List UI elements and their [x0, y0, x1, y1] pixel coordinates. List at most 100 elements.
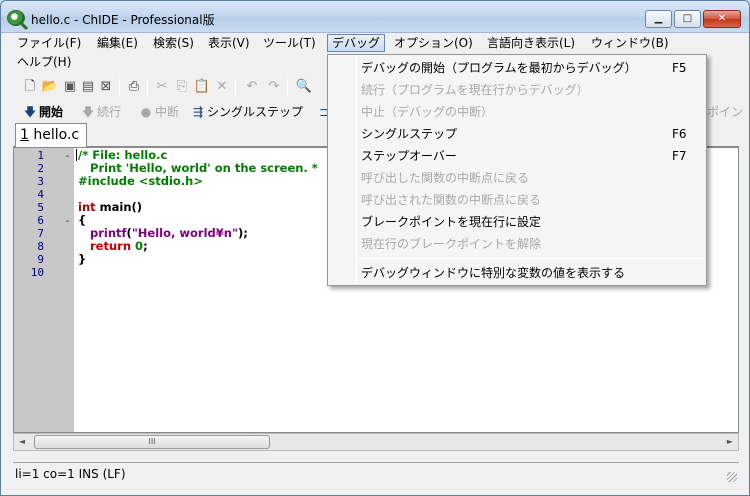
debug-continue-button[interactable]: 🡇 続行	[81, 103, 121, 121]
menu-item-shortcut: F7	[672, 149, 687, 163]
horizontal-scrollbar[interactable]: ◄ III ►	[13, 433, 739, 451]
toolbar-separator	[147, 79, 148, 95]
menu-debug[interactable]: デバッグ	[327, 34, 386, 52]
code-line-3: #include <stdio.h>	[78, 174, 203, 188]
menu-item-label: 呼び出された関数の中断点に戻る	[361, 193, 542, 207]
menu-item-label: ブレークポイントを現在行に設定	[361, 215, 542, 229]
delete-icon[interactable]: ✕	[213, 78, 231, 96]
start-arrow-icon: 🡇	[23, 105, 37, 119]
number-literal: 0	[135, 239, 144, 253]
status-bar: li=1 co=1 INS (LF)	[13, 462, 739, 484]
close-file-icon[interactable]: ⊠	[97, 78, 115, 96]
menu-item-shortcut: F6	[672, 127, 687, 141]
menu-view[interactable]: 表示(V)	[204, 34, 254, 52]
single-step-icon: ⇶	[192, 105, 204, 119]
close-button[interactable]: ✕	[703, 10, 741, 28]
menu-window[interactable]: ウィンドウ(B)	[587, 34, 673, 52]
menu-language-display[interactable]: 言語向き表示(L)	[483, 34, 579, 52]
menu-debug-single-step[interactable]: シングルステップ F6	[328, 123, 706, 145]
resize-grip-icon[interactable]	[727, 472, 737, 482]
minimize-button[interactable]: ▁	[645, 10, 672, 28]
save-icon[interactable]: ▣	[61, 78, 79, 96]
code-paren-close: );	[237, 226, 248, 240]
redo-icon[interactable]: ↷	[265, 78, 283, 96]
window-title: hello.c - ChIDE - Professional版	[31, 13, 215, 27]
standard-toolbar: 🗋 📂 ▣ ▤ ⊠ ⎙ ✂ ⎘ 📋 ✕ ↶ ↷ 🔍	[13, 75, 333, 99]
menu-debug-show-variables[interactable]: デバッグウィンドウに特別な変数の値を表示する	[328, 262, 706, 284]
undo-icon[interactable]: ↶	[243, 78, 261, 96]
menu-item-shortcut: F5	[672, 61, 687, 75]
copy-icon[interactable]: ⎘	[173, 78, 191, 96]
maximize-button[interactable]: □	[674, 10, 701, 28]
open-folder-icon[interactable]: 📂	[41, 78, 59, 96]
menu-separator	[358, 258, 704, 259]
menu-item-label: シングルステップ	[361, 127, 458, 141]
menu-debug-set-breakpoint[interactable]: ブレークポイントを現在行に設定	[328, 211, 706, 233]
code-line-5: int main()	[78, 201, 142, 214]
debug-start-button[interactable]: 🡇 開始	[23, 103, 63, 121]
keyword-return: return	[78, 239, 132, 253]
code-main: main()	[95, 200, 143, 214]
tab-label: hello.c	[28, 127, 80, 143]
menu-search[interactable]: 検索(S)	[149, 34, 198, 52]
fold-marker-icon[interactable]: -	[64, 214, 71, 227]
cursor-position-status: li=1 co=1 INS (LF)	[15, 467, 126, 481]
scroll-right-icon[interactable]: ►	[722, 434, 738, 450]
code-line-8: return 0;	[78, 240, 148, 253]
cut-icon[interactable]: ✂	[153, 78, 171, 96]
save-all-icon[interactable]: ▤	[79, 78, 97, 96]
menu-item-label: デバッグウィンドウに特別な変数の値を表示する	[361, 266, 626, 280]
line-number: 4	[37, 188, 44, 201]
menu-item-label: 中止（デバッグの中断）	[361, 105, 494, 119]
text-caret	[76, 149, 77, 161]
menu-file[interactable]: ファイル(F)	[13, 34, 85, 52]
title-bar[interactable]: hello.c - ChIDE - Professional版 ▁ □ ✕	[1, 1, 749, 33]
chide-logo-icon	[7, 10, 25, 26]
scroll-left-icon[interactable]: ◄	[14, 434, 30, 450]
fold-marker-icon[interactable]: -	[64, 149, 71, 162]
menu-edit[interactable]: 編集(E)	[93, 34, 142, 52]
print-icon[interactable]: ⎙	[125, 78, 143, 96]
single-step-label: シングルステップ	[207, 105, 304, 119]
tab-number: 1	[20, 127, 29, 143]
line-number: 10	[30, 266, 44, 279]
menu-debug-clear-breakpoint[interactable]: 現在行のブレークポイントを解除	[328, 233, 706, 255]
line-number: 3	[37, 175, 44, 188]
menu-debug-start[interactable]: デバッグの開始（プログラムを最初からデバッグ） F5	[328, 57, 706, 79]
line-number-gutter: 1 2 3 4 5 6 7 8 9 10 - -	[14, 148, 74, 432]
single-step-button[interactable]: ⇶ シングルステップ	[191, 103, 303, 121]
line-number: 6	[37, 214, 44, 227]
code-semicolon: ;	[143, 239, 148, 253]
line-number: 1	[37, 149, 44, 162]
line-number: 5	[37, 201, 44, 214]
tab-hello-c[interactable]: 1 hello.c	[15, 123, 87, 147]
code-line-9: }	[78, 252, 87, 266]
menu-tools[interactable]: ツール(T)	[259, 34, 320, 52]
menu-item-label: デバッグの開始（プログラムを最初からデバッグ）	[361, 61, 637, 75]
scroll-thumb[interactable]: III	[34, 435, 270, 449]
menu-debug-return-callee[interactable]: 呼び出された関数の中断点に戻る	[328, 189, 706, 211]
menu-options[interactable]: オプション(O)	[390, 34, 477, 52]
new-file-icon[interactable]: 🗋	[21, 78, 39, 96]
menu-debug-step-over[interactable]: ステップオーバー F7	[328, 145, 706, 167]
paste-icon[interactable]: 📋	[193, 78, 211, 96]
breakpoint-button[interactable]: ポイン	[707, 103, 743, 121]
debug-start-label: 開始	[39, 105, 64, 119]
menu-item-label: 続行（プログラムを現在行からデバッグ）	[361, 83, 589, 97]
keyword-int: int	[78, 200, 96, 214]
toolbar-separator	[119, 79, 120, 95]
menu-help[interactable]: ヘルプ(H)	[13, 53, 75, 71]
menu-debug-return-caller[interactable]: 呼び出した関数の中断点に戻る	[328, 167, 706, 189]
toolbar-separator	[235, 79, 236, 95]
function-printf: printf	[78, 226, 127, 240]
menu-debug-continue[interactable]: 続行（プログラムを現在行からデバッグ）	[328, 79, 706, 101]
debug-stop-button[interactable]: ● 中断	[139, 103, 179, 121]
find-icon[interactable]: 🔍	[295, 78, 313, 96]
menu-item-label: 呼び出した関数の中断点に戻る	[361, 171, 530, 185]
string-literal: "Hello, world¥n"	[131, 226, 238, 240]
menu-item-label: 現在行のブレークポイントを解除	[361, 237, 542, 251]
menu-item-label: ステップオーバー	[361, 149, 457, 163]
menu-debug-stop[interactable]: 中止（デバッグの中断）	[328, 101, 706, 123]
line-number: 2	[37, 162, 44, 175]
debug-dropdown-menu: デバッグの開始（プログラムを最初からデバッグ） F5 続行（プログラムを現在行から…	[327, 54, 707, 286]
